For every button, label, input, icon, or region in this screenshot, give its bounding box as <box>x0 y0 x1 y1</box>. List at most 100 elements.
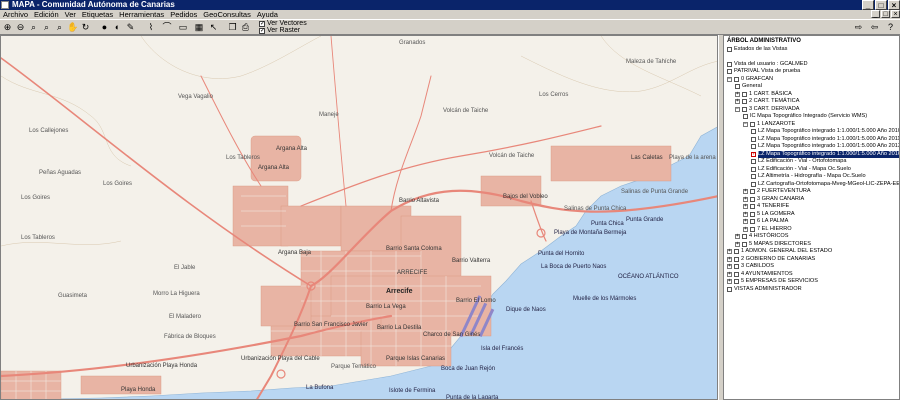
layer-checkbox[interactable] <box>742 234 747 240</box>
tree-node[interactable]: +4 AYUNTAMIENTOS <box>727 271 793 279</box>
print-icon[interactable]: ⎙ <box>240 22 251 33</box>
select-tool-icon[interactable]: ↖ <box>208 22 219 33</box>
tree-node[interactable]: LZ Mapa Topográfico integrado 1:1.000/1:… <box>751 128 899 136</box>
expand-icon[interactable]: + <box>743 196 748 202</box>
terrain-icon[interactable]: ⌒ <box>160 22 174 33</box>
mdi-minimize-button[interactable]: _ <box>871 10 880 18</box>
layer-checkbox[interactable] <box>751 181 756 187</box>
tree-node[interactable]: General <box>735 83 762 91</box>
grid-icon[interactable]: ▦ <box>192 22 206 33</box>
menu-pedidos[interactable]: Pedidos <box>170 10 197 19</box>
collapse-icon[interactable]: − <box>743 121 748 127</box>
menu-ayuda[interactable]: Ayuda <box>257 10 278 19</box>
zoom-extent-icon[interactable]: ⌕ <box>54 22 65 33</box>
map-canvas[interactable] <box>1 36 718 400</box>
layer-checkbox[interactable] <box>734 279 739 285</box>
layer-checkbox[interactable] <box>727 69 732 75</box>
layer-checkbox[interactable] <box>727 46 732 52</box>
tree-node[interactable]: +4 HISTÓRICOS <box>735 233 788 241</box>
minimize-button[interactable]: _ <box>862 0 874 10</box>
tree-node[interactable]: LZ Edificación - Vial - Ortofotomapa <box>751 158 847 166</box>
expand-icon[interactable]: + <box>743 219 748 225</box>
tree-node[interactable]: − 3 CART. DERIVADA <box>735 106 799 114</box>
zoom-in-icon[interactable]: ⊕ <box>2 22 13 33</box>
tree-node[interactable]: +2 CART. TEMÁTICA <box>735 98 799 106</box>
mdi-close-button[interactable]: × <box>891 10 900 18</box>
ver-raster-checkbox[interactable]: ✓ Ver Raster <box>259 27 307 34</box>
tree-node[interactable]: +1 ADMON. GENERAL DEL ESTADO <box>727 248 832 256</box>
menu-herramientas[interactable]: Herramientas <box>119 10 164 19</box>
tree-node[interactable]: LZ Altimetría - Hidrografía - Mapa Oc.Su… <box>751 173 866 181</box>
measure-icon[interactable]: ✎ <box>125 22 136 33</box>
layers-icon[interactable]: ▭ <box>176 22 190 33</box>
layer-checkbox[interactable] <box>742 241 747 247</box>
layer-checkbox[interactable] <box>750 189 755 195</box>
expand-icon[interactable]: + <box>727 279 732 285</box>
ver-vectores-checkbox[interactable]: ✓ Ver Vectores <box>259 20 307 27</box>
checkbox-box[interactable]: ✓ <box>259 27 265 34</box>
menu-edicion[interactable]: Edición <box>34 10 59 19</box>
tree-node[interactable]: +3 CABILDOS <box>727 263 774 271</box>
tree-node[interactable]: LZ Mapa Topográfico integrado 1:1.000/1:… <box>751 136 899 144</box>
layer-checkbox[interactable] <box>742 99 747 105</box>
layer-checkbox[interactable] <box>750 121 755 127</box>
layer-checkbox[interactable] <box>751 159 756 165</box>
layer-checkbox[interactable] <box>742 106 747 112</box>
zoom-window-icon[interactable]: ⌕ <box>28 22 39 33</box>
layer-checkbox[interactable] <box>735 84 740 90</box>
tree-node[interactable]: +3 GRAN CANARIA <box>743 196 804 204</box>
tree-node[interactable]: +2 FUERTEVENTURA <box>743 188 811 196</box>
tree-node[interactable]: LZ Cartografía-Ortofotomapa-Mveg-MGeol-L… <box>751 181 899 189</box>
layer-checkbox[interactable] <box>750 204 755 210</box>
pan-hand-icon[interactable]: ✋ <box>67 22 78 33</box>
forward-icon[interactable]: ⇨ <box>853 22 864 33</box>
layer-checkbox[interactable] <box>751 144 756 150</box>
menu-geoconsultas[interactable]: GeoConsultas <box>203 10 251 19</box>
expand-icon[interactable]: + <box>727 271 732 277</box>
layer-checkbox[interactable] <box>751 129 756 135</box>
layer-checkbox[interactable] <box>742 91 747 97</box>
layer-checkbox[interactable] <box>727 61 732 67</box>
layer-checkbox[interactable]: ✓ <box>751 151 756 157</box>
tree-node[interactable]: − 1 LANZAROTE <box>743 121 795 129</box>
layer-checkbox[interactable] <box>751 166 756 172</box>
tree-node[interactable]: VISTAS ADMINISTRADOR <box>727 286 802 294</box>
zoom-previous-icon[interactable]: ⌕ <box>41 22 52 33</box>
layer-checkbox[interactable] <box>727 286 732 292</box>
expand-icon[interactable]: + <box>735 99 740 105</box>
layer-checkbox[interactable] <box>750 226 755 232</box>
checkbox-box[interactable]: ✓ <box>259 20 265 27</box>
map-view[interactable]: Granados Maleza de Tahíche Vega Vagalio Vol… <box>0 35 718 400</box>
expand-icon[interactable]: + <box>743 211 748 217</box>
expand-icon[interactable]: + <box>743 226 748 232</box>
expand-icon[interactable]: + <box>735 234 740 240</box>
tree-node[interactable]: +5 EMPRESAS DE SERVICIOS <box>727 278 818 286</box>
tree-node[interactable]: LZ Mapa Topográfico integrado 1:1.000/1:… <box>751 143 899 151</box>
tree-node[interactable]: ✓ LZ Mapa Topográfico integrado 1:1.000/1… <box>751 150 899 158</box>
tree-node[interactable]: IC Mapa Topográfico Integrado (Servicio … <box>743 113 867 121</box>
layer-checkbox[interactable] <box>743 114 748 120</box>
tree-node[interactable]: +6 LA PALMA <box>743 218 788 226</box>
tree-node[interactable]: LZ Edificación - Vial - Mapa Oc.Suelo <box>751 166 851 174</box>
layer-checkbox[interactable] <box>750 196 755 202</box>
layer-checkbox[interactable] <box>750 219 755 225</box>
layer-checkbox[interactable] <box>750 211 755 217</box>
info-icon[interactable]: ● <box>99 22 110 33</box>
expand-icon[interactable]: + <box>743 189 748 195</box>
layer-checkbox[interactable] <box>734 264 739 270</box>
menu-archivo[interactable]: Archivo <box>3 10 28 19</box>
tree-node[interactable]: +5 MAPAS DIRECTORES <box>735 241 811 249</box>
close-button[interactable]: × <box>888 0 900 10</box>
tree-node[interactable]: Vista del usuario : GCALMED <box>727 61 808 69</box>
menu-ver[interactable]: Ver <box>65 10 76 19</box>
profile-icon[interactable]: ⌇ <box>144 22 158 33</box>
help-icon[interactable]: ? <box>885 22 896 33</box>
expand-icon[interactable]: + <box>727 264 732 270</box>
refresh-icon[interactable]: ↻ <box>80 22 91 33</box>
layer-checkbox[interactable] <box>751 136 756 142</box>
copy-icon[interactable]: ❐ <box>227 22 238 33</box>
back-icon[interactable]: ⇦ <box>869 22 880 33</box>
tree-node[interactable]: Estados de las Vistas <box>727 46 787 54</box>
mdi-restore-button[interactable]: □ <box>881 10 890 18</box>
tree-node[interactable]: +1 CART. BÁSICA <box>735 91 792 99</box>
